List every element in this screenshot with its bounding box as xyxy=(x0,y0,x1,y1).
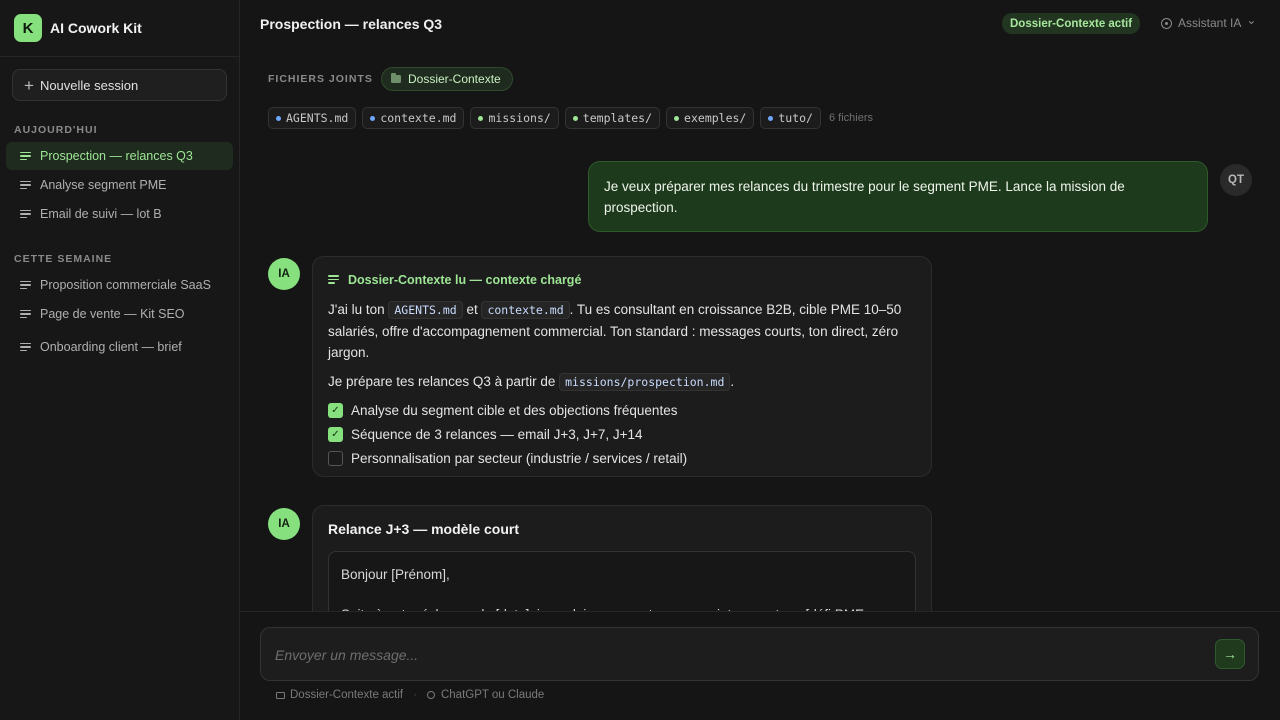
status-badge: Dossier-Contexte actif xyxy=(1002,13,1141,34)
sidebar-item-label: Analyse segment PME xyxy=(40,178,167,192)
context-loaded-label: Dossier-Contexte lu — contexte chargé xyxy=(348,272,582,287)
plus-icon: + xyxy=(24,75,34,95)
text-span: et xyxy=(462,302,482,317)
email-line: Bonjour [Prénom], xyxy=(341,567,450,582)
send-button[interactable]: → xyxy=(1215,639,1245,669)
app-logo: K xyxy=(14,14,42,42)
folder-icon xyxy=(391,73,401,83)
checklist-label: Personnalisation par secteur (industrie … xyxy=(351,450,688,466)
sidebar-item-label: Onboarding client — brief xyxy=(40,340,182,354)
ai-paragraph-2: Je prépare tes relances Q3 à partir de m… xyxy=(328,371,916,393)
inline-code: AGENTS.md xyxy=(388,301,463,319)
document-lines-icon xyxy=(328,275,339,284)
folder-dot-icon xyxy=(572,115,578,121)
checkbox-checked-icon[interactable]: ✓ xyxy=(328,402,343,418)
sidebar-item-prospection[interactable]: Prospection — relances Q3 xyxy=(6,142,233,170)
document-lines-icon xyxy=(20,151,31,161)
new-session-label: Nouvelle session xyxy=(39,77,139,93)
file-dot-icon xyxy=(768,115,774,121)
sidebar-item-proposition-saas[interactable]: Proposition commerciale SaaS xyxy=(6,271,233,299)
file-name: templates/ xyxy=(582,111,653,125)
file-name: contexte.md xyxy=(380,111,457,125)
document-lines-icon xyxy=(20,309,31,319)
checklist-label: Séquence de 3 relances — email J+3, J+7,… xyxy=(351,426,643,442)
inline-code: contexte.md xyxy=(481,301,570,319)
ai-avatar: IA xyxy=(268,258,300,290)
hint-separator: · xyxy=(413,689,417,701)
composer-hints: Dossier-Contexte actif · ChatGPT ou Clau… xyxy=(276,689,544,701)
section-label-week: CETTE SEMAINE xyxy=(14,253,113,265)
arrow-right-icon: → xyxy=(1223,646,1237,662)
sidebar-item-page-vente[interactable]: Page de vente — Kit SEO xyxy=(6,300,233,328)
hint-context: Dossier-Contexte actif xyxy=(290,689,404,701)
ai-paragraph-1: J'ai lu ton AGENTS.md et contexte.md. Tu… xyxy=(328,299,916,363)
document-lines-icon xyxy=(20,209,31,219)
user-message: Je veux préparer mes relances du trimest… xyxy=(588,161,1208,232)
checkbox-unchecked-icon[interactable] xyxy=(328,450,343,466)
file-dot-icon xyxy=(276,115,281,121)
file-chip[interactable]: tuto/ xyxy=(760,107,821,129)
file-count: 6 fichiers xyxy=(828,112,874,124)
file-name: tuto/ xyxy=(778,111,813,125)
folder-dot-icon xyxy=(478,115,484,121)
checklist: ✓ Analyse du segment cible et des object… xyxy=(328,398,916,470)
sidebar-item-email-suivi[interactable]: Email de suivi — lot B xyxy=(6,200,233,228)
folder-dot-icon xyxy=(674,115,680,121)
text-span: J'ai lu ton xyxy=(328,302,389,317)
file-dot-icon xyxy=(370,115,376,121)
assistant-icon xyxy=(1161,17,1172,29)
sidebar: K AI Cowork Kit + Nouvelle session AUJOU… xyxy=(0,0,240,720)
template-title: Relance J+3 — modèle court xyxy=(328,521,520,537)
file-chip[interactable]: AGENTS.md xyxy=(268,107,357,129)
sidebar-item-label: Proposition commerciale SaaS xyxy=(40,278,211,292)
text-span: . xyxy=(730,374,735,389)
ai-avatar: IA xyxy=(268,508,300,540)
composer: → xyxy=(260,627,1259,681)
user-avatar: QT xyxy=(1220,164,1252,196)
sidebar-item-label: Email de suivi — lot B xyxy=(40,207,162,221)
text-span: Je prépare tes relances Q3 à partir de xyxy=(328,374,560,389)
composer-area: → Dossier-Contexte actif · ChatGPT ou Cl… xyxy=(240,611,1280,720)
folder-icon xyxy=(276,691,285,699)
context-loaded-header: Dossier-Contexte lu — contexte chargé xyxy=(328,271,916,288)
file-name: missions/ xyxy=(488,111,551,125)
checklist-label: Analyse du segment cible et des objectio… xyxy=(351,402,678,418)
section-label-today: AUJOURD'HUI xyxy=(14,124,98,136)
file-chip[interactable]: missions/ xyxy=(470,107,559,129)
file-name: exemples/ xyxy=(684,111,747,125)
folder-name: Dossier-Contexte xyxy=(408,72,501,86)
new-session-button[interactable]: + Nouvelle session xyxy=(12,69,227,101)
assistant-selector[interactable]: Assistant IA ⌄ xyxy=(1161,13,1257,30)
document-lines-icon xyxy=(20,342,31,352)
brand: K AI Cowork Kit xyxy=(0,0,239,57)
context-folder-chip[interactable]: Dossier-Contexte xyxy=(381,67,513,91)
chevron-down-icon: ⌄ xyxy=(1246,13,1257,27)
file-name: AGENTS.md xyxy=(286,111,349,125)
checkbox-checked-icon[interactable]: ✓ xyxy=(328,426,343,442)
model-icon xyxy=(426,691,435,699)
file-list: AGENTS.md contexte.md missions/ template… xyxy=(268,107,873,129)
app-name: AI Cowork Kit xyxy=(50,20,142,36)
page-title: Prospection — relances Q3 xyxy=(260,16,443,32)
message-input[interactable] xyxy=(275,645,1175,665)
document-lines-icon xyxy=(20,280,31,290)
document-lines-icon xyxy=(20,180,31,190)
hint-model: ChatGPT ou Claude xyxy=(440,689,545,701)
file-chip[interactable]: contexte.md xyxy=(362,107,465,129)
inline-code: missions/prospection.md xyxy=(559,373,731,391)
attachments-label: FICHIERS JOINTS xyxy=(268,73,373,85)
file-chip[interactable]: exemples/ xyxy=(666,107,755,129)
file-chip[interactable]: templates/ xyxy=(564,107,661,129)
checklist-item[interactable]: ✓ Analyse du segment cible et des object… xyxy=(328,398,916,422)
ai-message-context: Dossier-Contexte lu — contexte chargé J'… xyxy=(312,256,932,477)
main-panel: Prospection — relances Q3 Dossier-Contex… xyxy=(240,0,1280,720)
checklist-item[interactable]: Personnalisation par secteur (industrie … xyxy=(328,446,916,470)
sidebar-item-analyse-segment[interactable]: Analyse segment PME xyxy=(6,171,233,199)
assistant-label: Assistant IA xyxy=(1178,16,1242,30)
sidebar-item-onboarding[interactable]: Onboarding client — brief xyxy=(6,333,233,361)
sidebar-item-label: Page de vente — Kit SEO xyxy=(40,307,185,321)
sidebar-item-label: Prospection — relances Q3 xyxy=(40,149,193,163)
checklist-item[interactable]: ✓ Séquence de 3 relances — email J+3, J+… xyxy=(328,422,916,446)
